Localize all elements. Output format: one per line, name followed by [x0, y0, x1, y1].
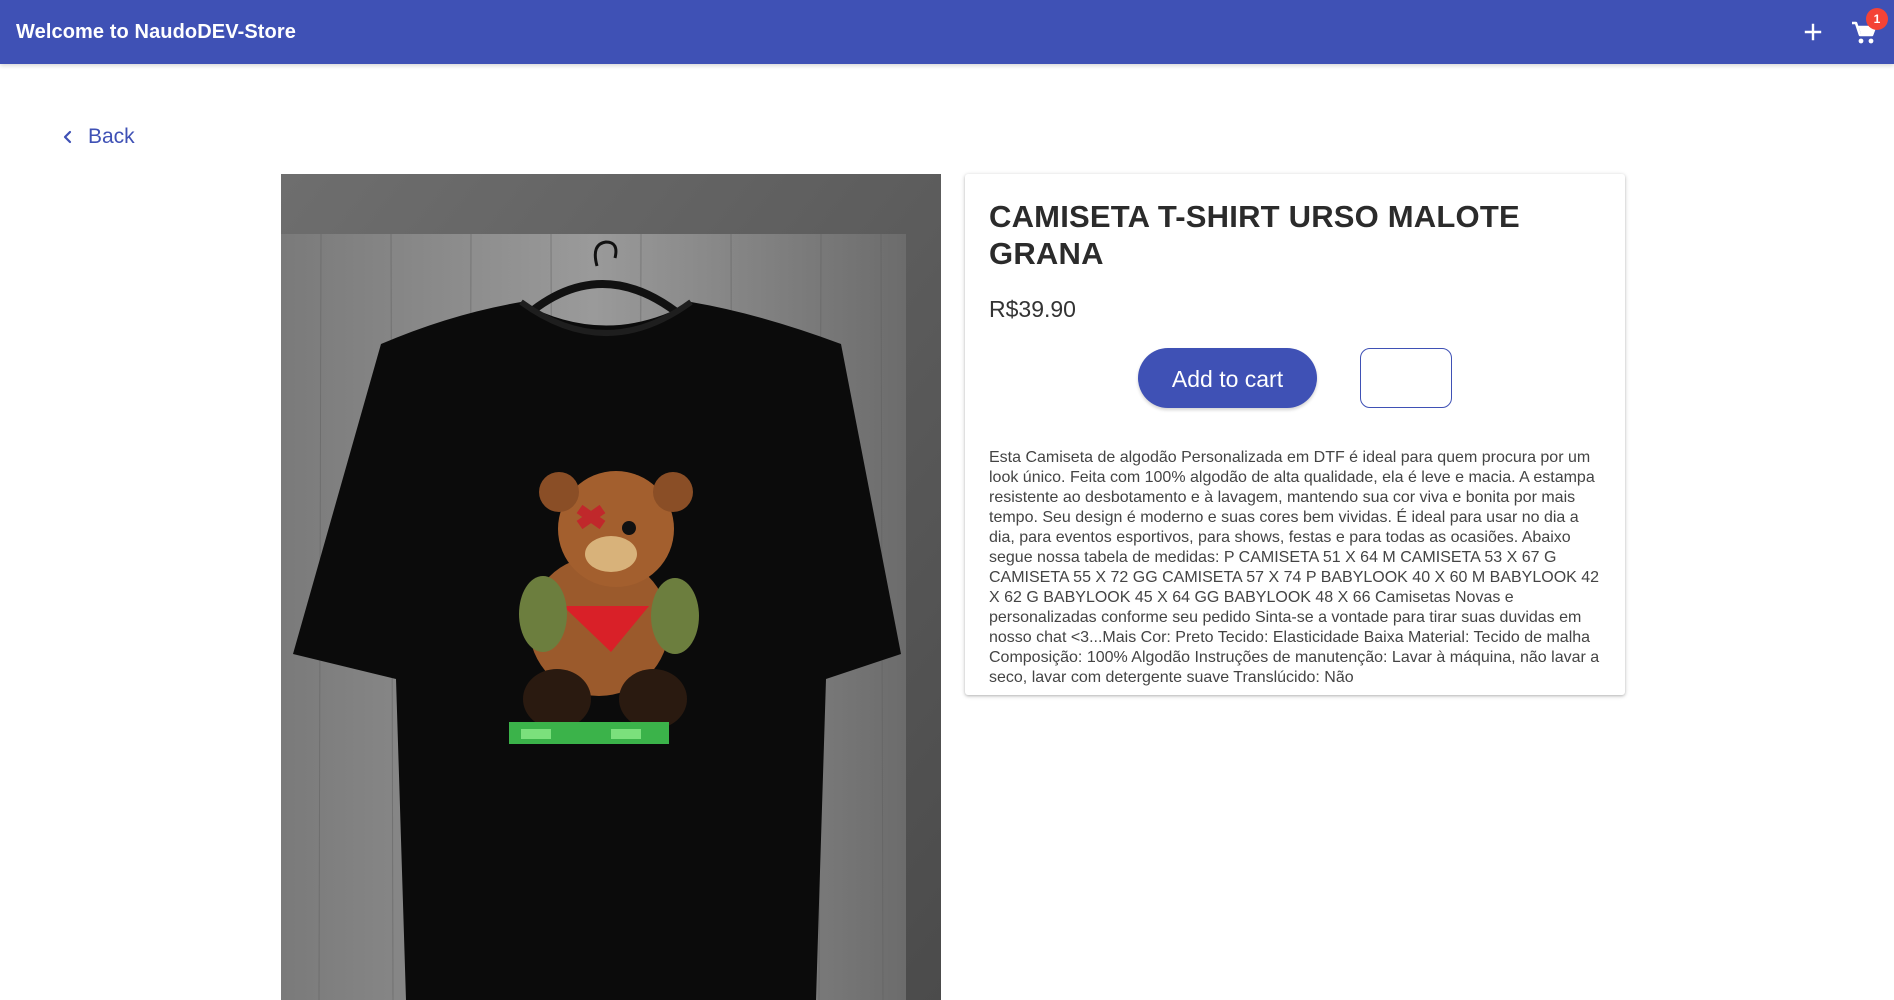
- add-to-cart-button[interactable]: Add to cart: [1138, 348, 1317, 408]
- back-button[interactable]: Back: [62, 122, 135, 152]
- top-app-bar: Welcome to NaudoDEV-Store 1: [0, 0, 1894, 64]
- chevron-left-icon: [63, 130, 72, 144]
- add-product-button[interactable]: [1797, 16, 1829, 48]
- product-price: R$39.90: [989, 296, 1076, 322]
- plus-icon: [1804, 23, 1822, 41]
- product-title: CAMISETA T-SHIRT URSO MALOTE GRANA: [989, 199, 1520, 271]
- store-title: Welcome to NaudoDEV-Store: [16, 21, 296, 43]
- quantity-input[interactable]: [1360, 348, 1452, 408]
- product-image: [281, 174, 941, 1000]
- purchase-actions: Add to cart: [1138, 348, 1452, 410]
- product-description: Esta Camiseta de algodão Personalizada e…: [989, 449, 1600, 686]
- product-info-card: CAMISETA T-SHIRT URSO MALOTE GRANA R$39.…: [965, 174, 1625, 695]
- back-label: Back: [88, 125, 135, 148]
- tshirt-illustration: [281, 174, 941, 1000]
- cart-count-badge: 1: [1866, 8, 1888, 30]
